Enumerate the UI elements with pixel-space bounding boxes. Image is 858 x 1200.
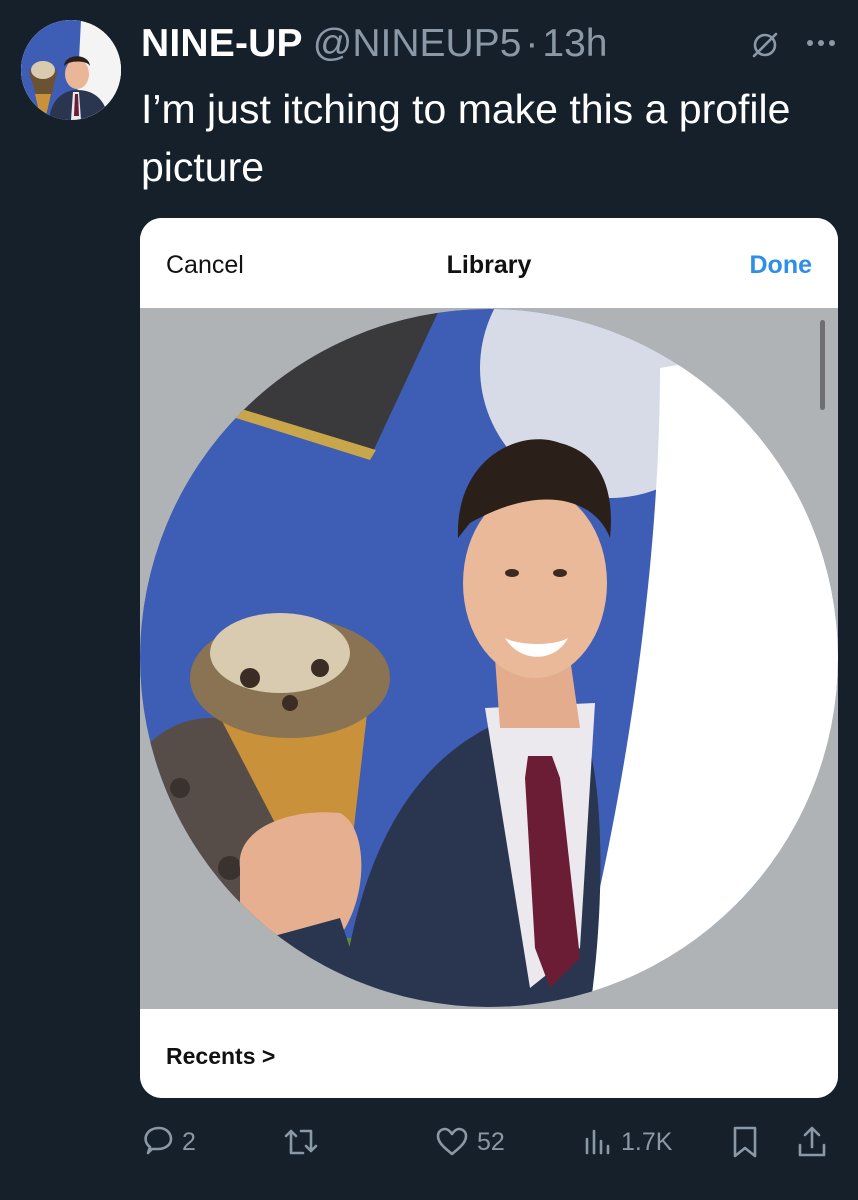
reply-icon [144,1126,173,1155]
author-handle[interactable]: @NINEUP5 [313,22,522,66]
bookmark-icon [733,1126,757,1158]
tweet-actions: 2 52 1.7K [140,1120,840,1164]
author-name[interactable]: NINE-UP [141,22,303,66]
tweet-text: I’m just itching to make this a profile … [141,86,791,190]
picker-title: Library [446,251,532,279]
like-count: 52 [477,1127,505,1156]
grok-icon[interactable] [750,30,780,60]
retweet-icon [284,1129,318,1155]
share-icon [798,1126,826,1157]
views-count: 1.7K [621,1127,673,1156]
like-button[interactable]: 52 [435,1120,505,1164]
done-button[interactable]: Done [750,251,813,280]
crop-photo[interactable] [140,308,838,1009]
separator-dot: · [525,22,539,65]
reply-count: 2 [182,1127,196,1156]
picker-header: Cancel Library Done [140,218,838,308]
bookmark-button[interactable] [730,1120,760,1164]
recents-chevron: > [261,1043,276,1069]
tweet-page: NINE-UP @NINEUP5 · 13h I’m just itching … [0,0,858,1200]
reply-button[interactable]: 2 [140,1120,196,1164]
more-icon[interactable] [804,30,838,56]
share-button[interactable] [796,1120,828,1164]
views-button[interactable]: 1.7K [583,1120,672,1164]
tweet-header: NINE-UP @NINEUP5 · 13h [141,20,841,68]
views-icon [585,1129,610,1155]
heart-icon [436,1127,468,1156]
picker-footer: Recents > [140,1009,838,1098]
timestamp[interactable]: 13h [542,22,607,66]
avatar[interactable] [21,20,121,120]
recents-button[interactable]: Recents > [166,1043,275,1070]
media-card[interactable]: Cancel Library Done Recents > [140,218,838,1098]
recents-label: Recents [166,1043,256,1069]
photo-illustration [140,308,838,1009]
avatar-image [21,20,121,120]
retweet-button[interactable] [283,1120,329,1164]
